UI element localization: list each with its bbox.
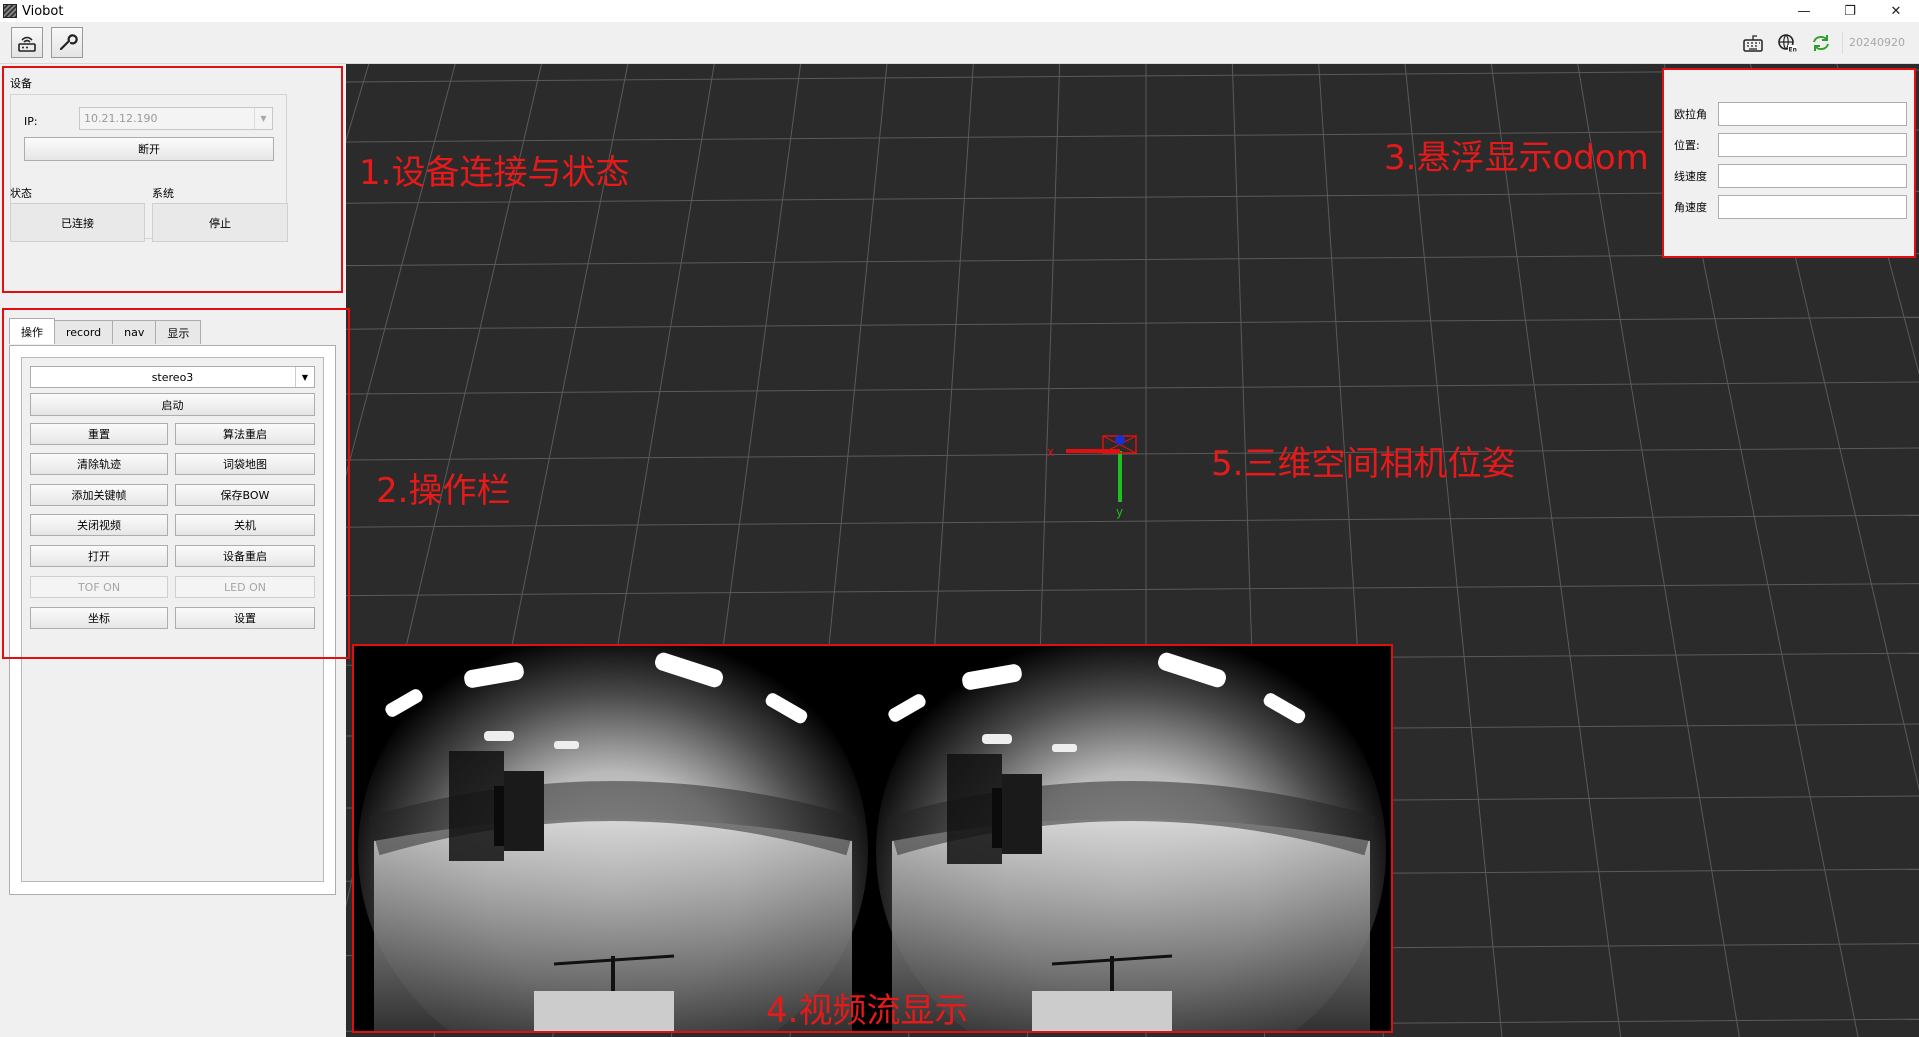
ip-label: IP: <box>24 115 38 128</box>
toolbar: En 20240920 <box>0 22 1919 64</box>
device-restart-button[interactable]: 设备重启 <box>175 545 315 567</box>
disconnect-button[interactable]: 断开 <box>24 137 274 161</box>
system-status-button[interactable]: 停止 <box>152 203 288 242</box>
close-video-button[interactable]: 关闭视频 <box>30 514 168 536</box>
tab-bar: 操作 record nav 显示 <box>9 318 202 344</box>
device-group-title: 设备 <box>10 77 32 90</box>
right-camera-frame <box>872 646 1390 1031</box>
refresh-icon[interactable] <box>1808 30 1834 56</box>
led-on-button[interactable]: LED ON <box>175 576 315 598</box>
chevron-down-icon: ▼ <box>295 367 314 387</box>
restore-button[interactable]: ❐ <box>1827 0 1873 22</box>
minimize-button[interactable]: — <box>1781 0 1827 22</box>
annotation-odom: 3.悬浮显示odom <box>1384 138 1649 178</box>
annotation-operations: 2.操作栏 <box>376 471 511 511</box>
operate-tab-pane: stereo3 ▼ 启动 重置 算法重启 清除轨迹 词袋地图 添加关键帧 保存B… <box>9 345 336 895</box>
annotation-device-connection: 1.设备连接与状态 <box>359 153 630 193</box>
version-label: 20240920 <box>1842 32 1905 54</box>
settings-button[interactable]: 设置 <box>175 607 315 629</box>
bow-map-button[interactable]: 词袋地图 <box>175 453 315 475</box>
tab-operate[interactable]: 操作 <box>9 318 55 344</box>
open-button[interactable]: 打开 <box>30 545 168 567</box>
coordinates-button[interactable]: 坐标 <box>30 607 168 629</box>
algo-restart-button[interactable]: 算法重启 <box>175 423 315 445</box>
window-controls: — ❐ ✕ <box>1781 0 1919 22</box>
camera-pose: x y <box>1047 435 1137 519</box>
clear-trajectory-button[interactable]: 清除轨迹 <box>30 453 168 475</box>
tab-record[interactable]: record <box>54 320 114 344</box>
tab-nav[interactable]: nav <box>112 320 157 344</box>
connect-device-button[interactable] <box>11 27 43 58</box>
angular-velocity-field[interactable] <box>1718 195 1907 219</box>
linear-velocity-label: 线速度 <box>1674 170 1707 183</box>
reset-button[interactable]: 重置 <box>30 423 168 445</box>
annotation-camera-pose: 5.三维空间相机位姿 <box>1211 444 1516 484</box>
mode-select-value: stereo3 <box>151 370 194 384</box>
shutdown-button[interactable]: 关机 <box>175 514 315 536</box>
tools-button[interactable] <box>51 27 83 58</box>
tof-on-button[interactable]: TOF ON <box>30 576 168 598</box>
euler-field[interactable] <box>1718 102 1907 126</box>
y-axis-label: y <box>1116 505 1123 519</box>
ip-value: 10.21.12.190 <box>84 112 158 125</box>
annotation-video: 4.视频流显示 <box>766 991 969 1031</box>
language-icon[interactable]: En <box>1774 30 1800 56</box>
mode-select[interactable]: stereo3 ▼ <box>30 366 315 388</box>
add-keyframe-button[interactable]: 添加关键帧 <box>30 484 168 506</box>
linear-velocity-field[interactable] <box>1718 164 1907 188</box>
position-field[interactable] <box>1718 133 1907 157</box>
title-bar: Viobot — ❐ ✕ <box>0 0 1919 22</box>
wrench-icon <box>59 33 78 50</box>
camera-origin <box>1115 435 1125 445</box>
ip-combobox[interactable]: 10.21.12.190 ▼ <box>79 107 273 130</box>
tab-display[interactable]: 显示 <box>155 320 202 344</box>
angular-velocity-label: 角速度 <box>1674 201 1707 214</box>
svg-text:En: En <box>1789 47 1797 54</box>
position-label: 位置: <box>1674 139 1700 152</box>
app-logo-icon <box>3 4 17 18</box>
odom-row-linear-velocity: 线速度 <box>1674 164 1907 188</box>
chevron-down-icon: ▼ <box>254 108 272 129</box>
odom-panel: 欧拉角 位置: 线速度 角速度 <box>1664 70 1914 258</box>
start-button[interactable]: 启动 <box>30 393 315 416</box>
status-badge: 已连接 <box>10 203 145 242</box>
video-stream <box>354 646 1391 1031</box>
close-button[interactable]: ✕ <box>1873 0 1919 22</box>
odom-row-euler: 欧拉角 <box>1674 102 1907 126</box>
system-title: 系统 <box>152 187 174 200</box>
save-bow-button[interactable]: 保存BOW <box>175 484 315 506</box>
odom-row-position: 位置: <box>1674 133 1907 157</box>
status-title: 状态 <box>10 187 32 200</box>
operations-box: stereo3 ▼ 启动 重置 算法重启 清除轨迹 词袋地图 添加关键帧 保存B… <box>21 357 324 882</box>
euler-label: 欧拉角 <box>1674 108 1707 121</box>
keyboard-icon[interactable] <box>1740 30 1766 56</box>
left-camera-frame <box>354 646 872 1031</box>
odom-row-angular-velocity: 角速度 <box>1674 195 1907 219</box>
window-title: Viobot <box>22 3 64 19</box>
router-icon <box>18 36 36 52</box>
x-axis-label: x <box>1047 445 1054 459</box>
left-panel: 设备 IP: 10.21.12.190 ▼ 断开 状态 系统 已连接 停止 操作… <box>0 64 346 1037</box>
